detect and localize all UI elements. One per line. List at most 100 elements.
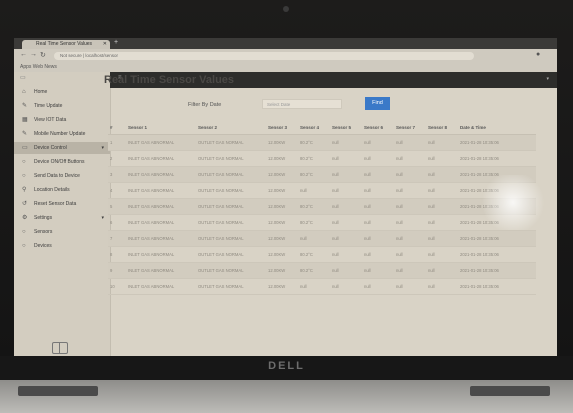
edit-icon: ✎ [22, 103, 28, 109]
table-cell: INLET GAS ABNORMAL [126, 246, 196, 263]
date-filter-input[interactable]: Select Date [262, 99, 342, 109]
sidebar-item[interactable]: ○ Device ON/Off Buttons [14, 156, 110, 168]
table-cell: 2021-01-28 10:35:06 [458, 246, 536, 263]
table-cell: 2 [108, 150, 126, 167]
sidebar: ▭ ⌂ Home ✎ Time Update ▦ View IOT Data ✎ Mobile… [14, 72, 111, 356]
table-header-cell[interactable]: # [108, 120, 126, 135]
url-field[interactable]: Not secure | localhost/sensor [54, 52, 474, 60]
table-row[interactable]: 9 INLET GAS ABNORMAL OUTLET GAS NORMAL 12.0… [108, 262, 536, 279]
table-cell: 12.00KW [266, 150, 298, 167]
filter-label: Filter By Date [188, 102, 222, 108]
table-cell: null [426, 182, 458, 199]
bookmarks-bar[interactable]: Apps Web News [14, 62, 557, 72]
sidebar-item[interactable]: ▦ View IOT Data [14, 114, 110, 126]
table-header-cell[interactable]: Sensor 1 [126, 120, 196, 135]
table-header-cell[interactable]: Sensor 6 [362, 120, 394, 135]
sidebar-toggle-icon[interactable] [52, 342, 68, 354]
table-cell: null [394, 198, 426, 215]
table-cell: 4 [108, 182, 126, 199]
sidebar-item[interactable]: ↺ Reset Sensor Data [14, 198, 110, 210]
table-cell: 12.00KW [266, 246, 298, 263]
table-header-cell[interactable]: Sensor 2 [196, 120, 266, 135]
table-cell: OUTLET GAS NORMAL [196, 134, 266, 151]
table-cell: null [330, 230, 362, 247]
table-header-cell[interactable]: Sensor 8 [426, 120, 458, 135]
table-cell: null [426, 262, 458, 279]
sidebar-item[interactable]: ✎ Mobile Number Update [14, 128, 110, 140]
sidebar-item-label: View IOT Data [34, 117, 67, 123]
table-cell: null [394, 262, 426, 279]
sidebar-item[interactable]: ⚙ Settings ▾ [14, 212, 110, 224]
table-cell: null [298, 230, 330, 247]
table-row[interactable]: 5 INLET GAS ABNORMAL OUTLET GAS NORMAL 12.0… [108, 198, 536, 215]
find-button[interactable]: Find [365, 97, 390, 110]
table-row[interactable]: 8 INLET GAS ABNORMAL OUTLET GAS NORMAL 12.0… [108, 246, 536, 263]
table-header-cell[interactable]: Sensor 4 [298, 120, 330, 135]
table-cell: 8 [108, 246, 126, 263]
reload-icon[interactable]: ↻ [40, 51, 46, 59]
table-row[interactable]: 3 INLET GAS ABNORMAL OUTLET GAS NORMAL 12.0… [108, 166, 536, 183]
back-icon[interactable]: ← [20, 51, 27, 58]
address-bar-row: ← → ↻ Not secure | localhost/sensor ● [14, 49, 557, 62]
table-cell: null [330, 278, 362, 295]
table-cell: null [330, 246, 362, 263]
sidebar-item-label: Home [34, 89, 48, 95]
hinge-right [470, 386, 550, 396]
profile-icon[interactable]: ● [536, 51, 540, 58]
table-cell: null [362, 198, 394, 215]
table-header-cell[interactable]: Date & Time [458, 120, 536, 135]
sidebar-item[interactable]: ○ Devices [14, 240, 110, 252]
table-cell: null [362, 278, 394, 295]
circle-icon: ○ [22, 243, 26, 249]
table-header-cell[interactable]: Sensor 7 [394, 120, 426, 135]
sidebar-item[interactable]: ⚲ Location Details [14, 184, 110, 196]
sidebar-item[interactable]: ⌂ Home [14, 86, 110, 98]
sidebar-item-label: Sensors [34, 229, 53, 235]
sidebar-item-label: Device ON/Off Buttons [34, 159, 85, 165]
table-cell: 80.2°C [298, 262, 330, 279]
sidebar-item[interactable]: ○ Sensors [14, 226, 110, 238]
table-cell: null [362, 230, 394, 247]
table-cell: OUTLET GAS NORMAL [196, 214, 266, 231]
table-cell: 80.2°C [298, 246, 330, 263]
table-row[interactable]: 4 INLET GAS ABNORMAL OUTLET GAS NORMAL 12.0… [108, 182, 536, 199]
sidebar-item[interactable]: ○ Send Data to Device [14, 170, 110, 182]
page-title: Real Time Sensor Values [104, 74, 235, 86]
table-row[interactable]: 7 INLET GAS ABNORMAL OUTLET GAS NORMAL 12.0… [108, 230, 536, 247]
sidebar-item-label: Devices [34, 243, 52, 249]
gear-icon: ⚙ [22, 215, 28, 221]
table-cell: null [394, 150, 426, 167]
sidebar-item-label: Reset Sensor Data [34, 201, 77, 207]
table-header-cell[interactable]: Sensor 5 [330, 120, 362, 135]
table-cell: null [394, 214, 426, 231]
table-cell: 2021-01-28 10:35:06 [458, 278, 536, 295]
table-row[interactable]: 6 INLET GAS ABNORMAL OUTLET GAS NORMAL 12.0… [108, 214, 536, 231]
reset-icon: ↺ [22, 201, 28, 207]
table-cell: 5 [108, 198, 126, 215]
user-menu-icon[interactable]: ▾ [546, 76, 549, 82]
circle-icon: ○ [22, 159, 26, 165]
table-cell: null [362, 166, 394, 183]
table-cell: INLET GAS ABNORMAL [126, 134, 196, 151]
table-row[interactable]: 10 INLET GAS ABNORMAL OUTLET GAS NORMAL 12.… [108, 278, 536, 295]
forward-icon[interactable]: → [30, 51, 37, 58]
table-cell: 2021-01-28 10:35:06 [458, 150, 536, 167]
table-row[interactable]: 2 INLET GAS ABNORMAL OUTLET GAS NORMAL 12.0… [108, 150, 536, 167]
sensor-table: # Sensor 1 Sensor 2 Sensor 3 Sensor 4 Sensor … [108, 120, 536, 295]
grid-icon: ▦ [22, 117, 28, 123]
table-cell: null [330, 150, 362, 167]
table-cell: null [394, 134, 426, 151]
table-cell: 1 [108, 134, 126, 151]
table-header-cell[interactable]: Sensor 3 [266, 120, 298, 135]
table-cell: 12.00KW [266, 230, 298, 247]
table-cell: null [394, 230, 426, 247]
table-cell: null [426, 278, 458, 295]
browser-tab[interactable]: Real Time Sensor Values ✕ [22, 40, 110, 49]
close-icon[interactable]: ✕ [103, 40, 107, 49]
table-cell: OUTLET GAS NORMAL [196, 246, 266, 263]
sidebar-item[interactable]: ▭ Device Control ▾ [14, 142, 110, 154]
sidebar-item[interactable]: ✎ Time Update [14, 100, 110, 112]
table-row[interactable]: 1 INLET GAS ABNORMAL OUTLET GAS NORMAL 12.0… [108, 134, 536, 151]
new-tab-icon[interactable]: + [114, 39, 118, 46]
table-cell: null [330, 166, 362, 183]
